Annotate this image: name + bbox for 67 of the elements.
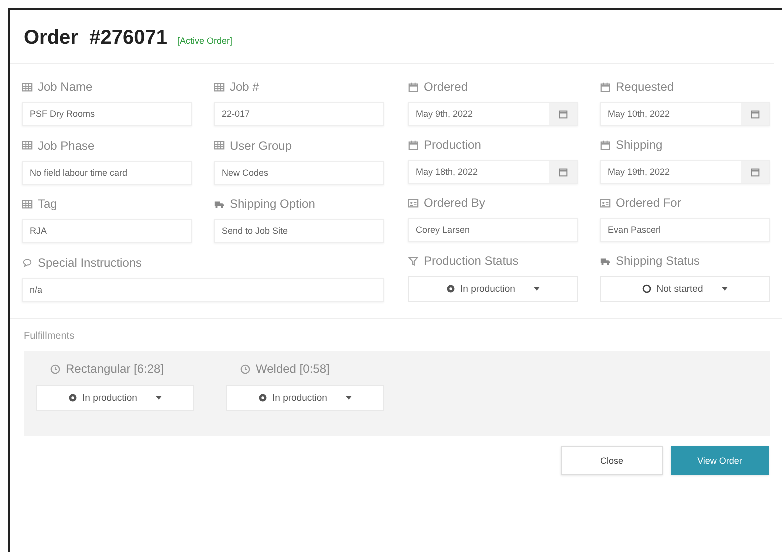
calendar-button[interactable]	[741, 103, 769, 125]
calendar-button[interactable]	[549, 103, 577, 125]
date-field[interactable]: May 10th, 2022	[600, 102, 770, 126]
field-label: Tag	[38, 197, 58, 211]
text-field[interactable]: Evan Pascerl	[600, 218, 770, 242]
status-dropdown[interactable]: In production	[36, 385, 194, 411]
field-label: Shipping Status	[616, 254, 700, 268]
calendar-icon	[600, 82, 611, 92]
date-field[interactable]: May 9th, 2022	[408, 102, 578, 126]
clock-icon	[50, 364, 61, 374]
field-label: Ordered By	[424, 196, 486, 210]
caret-icon	[346, 396, 352, 400]
filter-icon	[408, 256, 419, 266]
calendar-icon	[558, 108, 568, 120]
fulfillment-label: Rectangular [6:28]	[66, 362, 164, 376]
field-label: Shipping Option	[230, 197, 316, 211]
field-label: Ordered For	[616, 196, 682, 210]
table-icon	[22, 82, 33, 92]
field-label: Production	[424, 138, 482, 152]
status-label: [Active Order]	[177, 36, 232, 46]
table-icon	[214, 82, 225, 92]
caret-icon	[156, 396, 162, 400]
text-field[interactable]: No field labour time card	[22, 160, 192, 184]
caret-icon	[534, 287, 540, 291]
text-field[interactable]: PSF Dry Rooms	[22, 102, 192, 126]
calendar-icon	[558, 166, 568, 178]
date-field[interactable]: May 18th, 2022	[408, 160, 578, 184]
text-field[interactable]: 22-017	[214, 102, 384, 126]
field-label: Production Status	[424, 254, 519, 268]
calendar-icon	[750, 166, 760, 178]
field-label: User Group	[230, 138, 292, 152]
field-label: Shipping	[616, 138, 663, 152]
text-field[interactable]: RJA	[22, 219, 192, 243]
caret-icon	[722, 287, 728, 291]
field-label: Special Instructions	[38, 256, 142, 270]
field-label: Job Phase	[38, 138, 95, 152]
table-icon	[22, 140, 33, 151]
calendar-icon	[408, 82, 419, 92]
calendar-icon	[408, 140, 419, 150]
text-field[interactable]: Send to Job Site	[214, 219, 384, 243]
table-icon	[22, 198, 33, 210]
text-field[interactable]: n/a	[22, 278, 384, 302]
id-card-icon	[600, 198, 611, 208]
date-field[interactable]: May 19th, 2022	[600, 160, 770, 184]
comment-icon	[22, 257, 33, 268]
circle-icon	[642, 284, 652, 294]
section-title: Fulfillments	[24, 331, 76, 342]
text-field[interactable]: Corey Larsen	[408, 218, 578, 242]
calendar-icon	[750, 108, 760, 120]
field-label: Requested	[616, 80, 674, 94]
table-icon	[214, 140, 225, 151]
field-label: Job Name	[38, 80, 93, 94]
status-dropdown[interactable]: Not started	[600, 276, 770, 302]
calendar-button[interactable]	[549, 161, 577, 183]
clock-icon	[240, 364, 251, 374]
fulfillment-label: Welded [0:58]	[256, 362, 330, 376]
field-label: Ordered	[424, 80, 468, 94]
id-card-icon	[408, 198, 419, 208]
view-order-button[interactable]: View Order	[671, 446, 769, 475]
calendar-button[interactable]	[741, 161, 769, 183]
calendar-icon	[600, 140, 611, 150]
close-button[interactable]: Close	[561, 446, 663, 475]
text-field[interactable]: New Codes	[214, 160, 384, 184]
dialog-title: Order #276071	[24, 27, 168, 50]
field-label: Job #	[230, 80, 260, 94]
status-dropdown[interactable]: In production	[408, 276, 578, 302]
status-dropdown[interactable]: In production	[226, 385, 384, 411]
